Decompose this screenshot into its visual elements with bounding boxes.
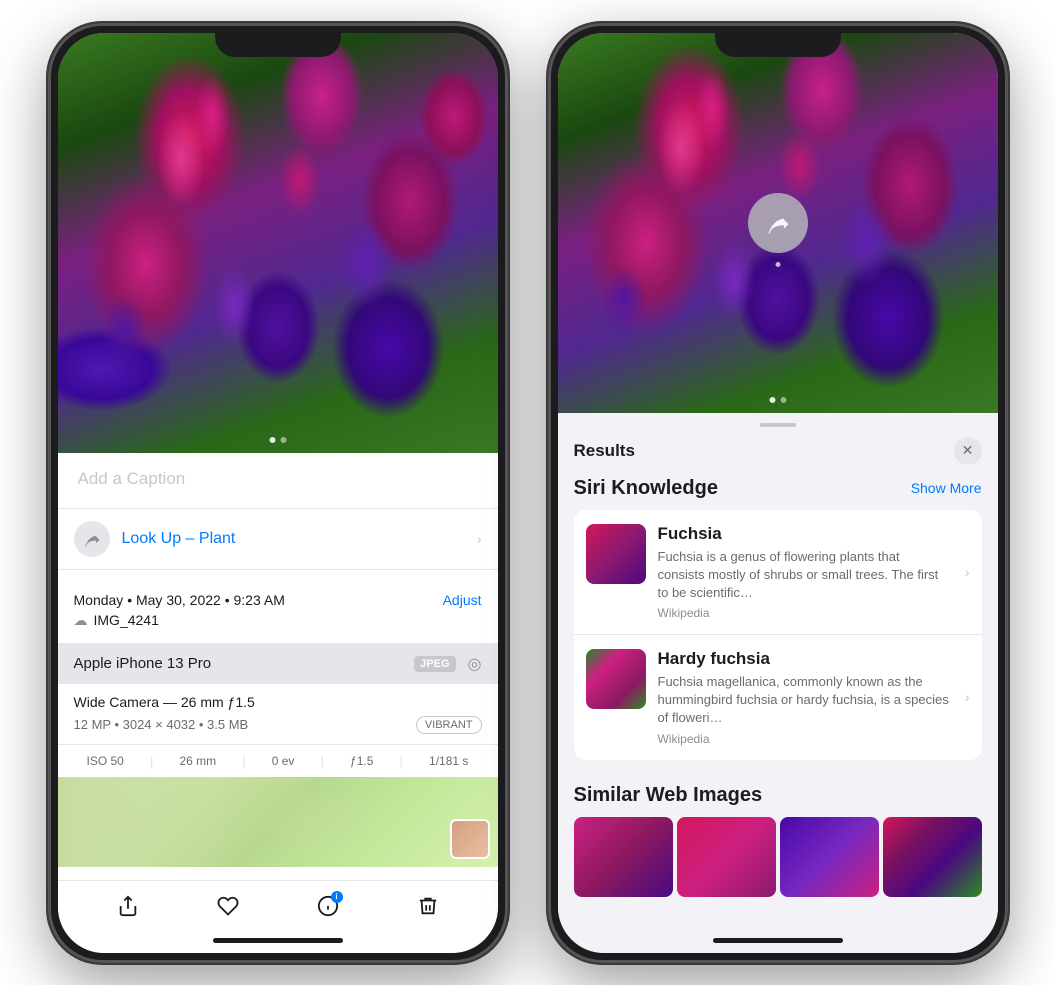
similar-image-2[interactable]: [677, 817, 776, 897]
favorite-button[interactable]: [217, 895, 239, 917]
hardy-fuchsia-title: Hardy fuchsia: [658, 649, 949, 669]
info-button[interactable]: [317, 895, 339, 917]
filename: IMG_4241: [94, 612, 159, 628]
results-close-button[interactable]: ✕: [954, 437, 982, 465]
share-button[interactable]: [117, 895, 139, 917]
leaf-icon: [82, 529, 102, 549]
photo-date: Monday • May 30, 2022 • 9:23 AM: [74, 592, 285, 608]
similar-images-title: Similar Web Images: [574, 784, 982, 807]
info-active-badge: [331, 891, 343, 903]
sep-2: |: [242, 753, 246, 769]
lookup-prefix: Look Up –: [122, 530, 195, 547]
dot-2: [280, 437, 286, 443]
map-thumbnail: [450, 819, 490, 859]
phone-1: Add a Caption Look Up – Plant ›: [48, 23, 508, 963]
caption-placeholder[interactable]: Add a Caption: [78, 469, 186, 488]
aperture-value: ƒ1.5: [350, 754, 373, 768]
fuchsia-source: Wikipedia: [658, 606, 949, 620]
fuchsia-description: Fuchsia is a genus of flowering plants t…: [658, 548, 949, 603]
phone-2: Results ✕ Siri Knowledge Show More: [548, 23, 1008, 963]
photo-display[interactable]: [58, 33, 498, 453]
lookup-label: Look Up – Plant: [122, 530, 236, 548]
hardy-fuchsia-source: Wikipedia: [658, 732, 949, 746]
lookup-type: Plant: [199, 530, 235, 547]
similar-images-grid: [574, 817, 982, 897]
dot-2-1: [769, 397, 775, 403]
meta-date-row: Monday • May 30, 2022 • 9:23 AM Adjust: [74, 592, 482, 608]
siri-knowledge-section: Siri Knowledge Show More Fuchsia Fuchsia…: [558, 477, 998, 768]
hardy-fuchsia-thumbnail: [586, 649, 646, 709]
fuchsia-title: Fuchsia: [658, 524, 949, 544]
home-indicator-1: [213, 938, 343, 943]
adjust-button[interactable]: Adjust: [443, 592, 482, 608]
phone-1-screen: Add a Caption Look Up – Plant ›: [58, 33, 498, 953]
siri-card: Fuchsia Fuchsia is a genus of flowering …: [574, 510, 982, 760]
device-section: Apple iPhone 13 Pro JPEG ◎ Wide Camera —…: [58, 644, 498, 777]
cloud-icon: ☁: [74, 612, 88, 629]
device-icons: JPEG ◎: [414, 654, 481, 674]
similar-web-images-section: Similar Web Images: [558, 768, 998, 905]
vibrant-badge: VIBRANT: [416, 716, 482, 734]
phone-2-screen: Results ✕ Siri Knowledge Show More: [558, 33, 998, 953]
sep-4: |: [399, 753, 403, 769]
lookup-icon: [74, 521, 110, 557]
notch-2: [715, 23, 841, 57]
photo-petals: [58, 33, 498, 453]
phones-container: Add a Caption Look Up – Plant ›: [28, 3, 1028, 983]
sep-1: |: [150, 753, 154, 769]
fuchsia-chevron-icon: ›: [965, 564, 970, 580]
hardy-fuchsia-chevron-icon: ›: [965, 689, 970, 705]
map-area[interactable]: [58, 777, 498, 867]
camera-wide: Wide Camera — 26 mm ƒ1.5: [74, 694, 482, 710]
jpeg-badge: JPEG: [414, 656, 455, 672]
siri-header: Siri Knowledge Show More: [574, 477, 982, 500]
siri-knowledge-title: Siri Knowledge: [574, 477, 718, 500]
map-overlay: [58, 777, 498, 867]
meta-filename-row: ☁ IMG_4241: [74, 612, 482, 629]
fuchsia-content: Fuchsia Fuchsia is a genus of flowering …: [658, 524, 949, 621]
similar-image-1[interactable]: [574, 817, 673, 897]
home-indicator-2: [713, 938, 843, 943]
photo-pagination-dots-2: [769, 397, 786, 403]
camera-mp: 12 MP • 3024 × 4032 • 3.5 MB: [74, 717, 249, 732]
results-panel: Results ✕ Siri Knowledge Show More: [558, 413, 998, 953]
caption-area[interactable]: Add a Caption: [58, 453, 498, 509]
device-name: Apple iPhone 13 Pro: [74, 655, 212, 672]
ev-value: 0 ev: [272, 754, 295, 768]
siri-item-hardy-fuchsia[interactable]: Hardy fuchsia Fuchsia magellanica, commo…: [574, 635, 982, 760]
iso-value: ISO 50: [86, 754, 123, 768]
dot-2-2: [780, 397, 786, 403]
delete-button[interactable]: [417, 895, 439, 917]
location-icon: ◎: [468, 654, 482, 674]
camera-specs: Wide Camera — 26 mm ƒ1.5 12 MP • 3024 × …: [58, 684, 498, 744]
vlu-dot: [775, 262, 780, 267]
meta-section: Monday • May 30, 2022 • 9:23 AM Adjust ☁…: [58, 578, 498, 644]
dot-1: [269, 437, 275, 443]
hardy-fuchsia-content: Hardy fuchsia Fuchsia magellanica, commo…: [658, 649, 949, 746]
info-section: Look Up – Plant › Monday • May 30, 2022 …: [58, 509, 498, 880]
hardy-fuchsia-description: Fuchsia magellanica, commonly known as t…: [658, 673, 949, 728]
similar-image-4[interactable]: [883, 817, 982, 897]
notch: [215, 23, 341, 57]
fuchsia-thumbnail: [586, 524, 646, 584]
iso-row: ISO 50 | 26 mm | 0 ev | ƒ1.5 | 1/181 s: [58, 744, 498, 777]
show-more-button[interactable]: Show More: [911, 480, 982, 496]
close-icon: ✕: [962, 442, 974, 459]
results-header: Results ✕: [558, 427, 998, 477]
similar-image-3[interactable]: [780, 817, 879, 897]
lookup-chevron: ›: [477, 531, 482, 547]
visual-lookup-icon: [764, 209, 792, 237]
lookup-row[interactable]: Look Up – Plant ›: [58, 509, 498, 570]
focal-length: 26 mm: [179, 754, 216, 768]
shutter-speed: 1/181 s: [429, 754, 468, 768]
siri-item-fuchsia[interactable]: Fuchsia Fuchsia is a genus of flowering …: [574, 510, 982, 636]
visual-lookup-button[interactable]: [748, 193, 808, 253]
sep-3: |: [320, 753, 324, 769]
results-title: Results: [574, 441, 635, 461]
photo-pagination-dots: [269, 437, 286, 443]
device-row: Apple iPhone 13 Pro JPEG ◎: [58, 644, 498, 684]
camera-mp-row: 12 MP • 3024 × 4032 • 3.5 MB VIBRANT: [74, 716, 482, 734]
photo-display-2[interactable]: [558, 33, 998, 413]
